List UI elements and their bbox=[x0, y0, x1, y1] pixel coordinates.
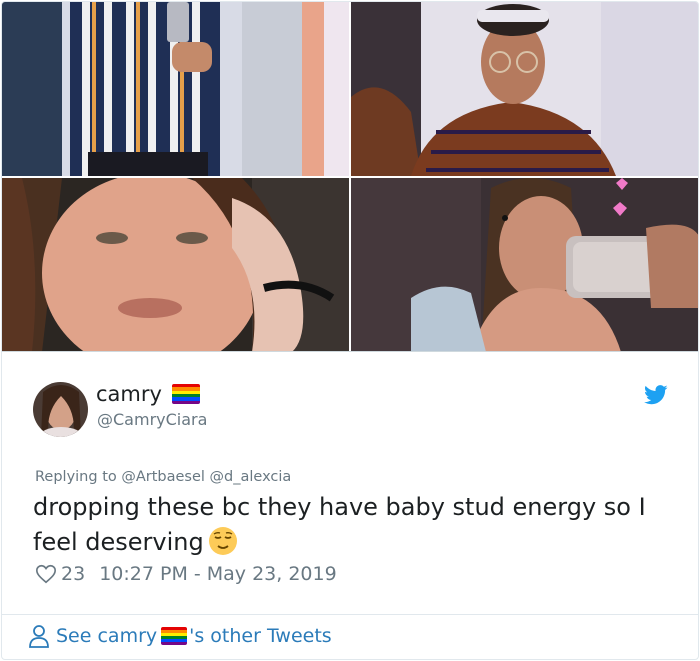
see-more-prefix: See camry bbox=[56, 625, 158, 647]
footer-divider bbox=[2, 614, 698, 615]
rainbow-flag-emoji bbox=[161, 627, 188, 645]
person-outline-icon bbox=[29, 625, 49, 648]
tweet-photo-2[interactable] bbox=[351, 2, 698, 176]
reply-context: Replying to @Artbaesel @d_alexcia bbox=[35, 469, 291, 485]
display-name[interactable]: camry bbox=[96, 382, 200, 406]
display-name-text: camry bbox=[96, 382, 162, 406]
embedded-tweet-card: camry @CamryCiara Replying to @Artbaesel… bbox=[1, 1, 699, 660]
tweet-text: dropping these bc they have baby stud en… bbox=[33, 490, 673, 560]
heart-outline-icon[interactable] bbox=[35, 563, 57, 585]
twitter-bird-icon[interactable] bbox=[644, 384, 668, 406]
avatar[interactable] bbox=[33, 382, 88, 437]
tweet-photo-1[interactable] bbox=[2, 2, 349, 176]
photo-grid bbox=[2, 2, 698, 352]
tweet-meta: 23 10:27 PM - May 23, 2019 bbox=[35, 563, 337, 585]
rainbow-flag-emoji bbox=[171, 384, 200, 404]
relieved-face-emoji bbox=[208, 527, 237, 555]
user-handle[interactable]: @CamryCiara bbox=[97, 410, 207, 429]
tweet-timestamp[interactable]: 10:27 PM - May 23, 2019 bbox=[99, 563, 337, 585]
grid-divider bbox=[2, 351, 698, 352]
see-other-tweets-link[interactable]: See camry 's other Tweets bbox=[28, 624, 332, 648]
tweet-text-body: dropping these bc they have baby stud en… bbox=[33, 493, 646, 556]
see-more-suffix: 's other Tweets bbox=[189, 625, 332, 647]
reply-mentions[interactable]: @Artbaesel @d_alexcia bbox=[121, 469, 291, 485]
tweet-photo-4[interactable] bbox=[351, 178, 698, 352]
reply-prefix: Replying to bbox=[35, 469, 117, 485]
tweet-photo-3[interactable] bbox=[2, 178, 349, 352]
like-count[interactable]: 23 bbox=[61, 563, 85, 585]
